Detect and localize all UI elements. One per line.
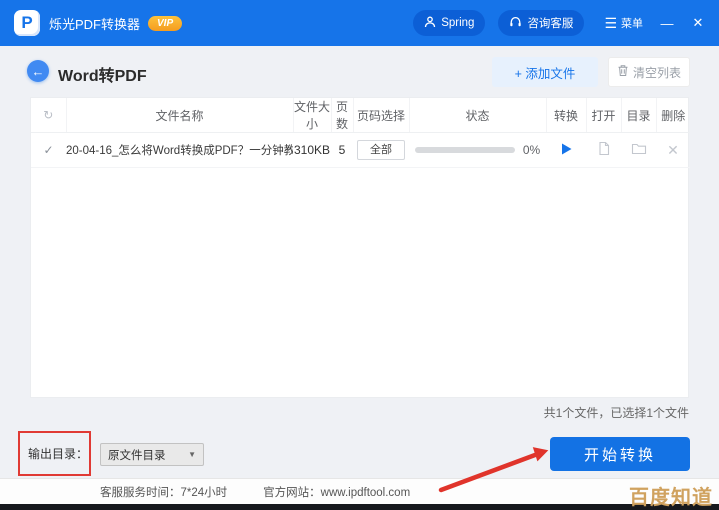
col-header-status: 状态 bbox=[408, 98, 546, 133]
user-account-button[interactable]: Spring bbox=[413, 10, 486, 36]
play-icon bbox=[561, 143, 571, 154]
page-count: 5 bbox=[331, 132, 353, 168]
file-list-panel: ↻ 文件名称 文件大小 页数 页码选择 状态 转换 打开 目录 删除 ✓ 20-… bbox=[30, 97, 690, 398]
col-header-open: 打开 bbox=[585, 98, 621, 133]
vip-badge: VIP bbox=[148, 15, 183, 31]
menu-label: 菜单 bbox=[621, 18, 643, 30]
headset-icon bbox=[509, 16, 522, 31]
official-website-text: 官方网站：www.ipdftool.com bbox=[263, 486, 411, 499]
clear-list-label: 清空列表 bbox=[632, 65, 681, 80]
bottom-edge-strip bbox=[0, 504, 719, 510]
plus-icon: + bbox=[514, 66, 522, 81]
convert-play-button[interactable] bbox=[560, 142, 573, 156]
add-files-button[interactable]: + 添加文件 bbox=[492, 57, 598, 87]
file-size: 310KB bbox=[293, 132, 331, 168]
output-directory-annotation-box: 输出目录： bbox=[18, 431, 91, 476]
back-arrow-icon: ← bbox=[31, 63, 45, 79]
table-header-row: ↻ 文件名称 文件大小 页数 页码选择 状态 转换 打开 目录 删除 bbox=[31, 98, 690, 133]
close-button[interactable]: ✕ bbox=[691, 15, 705, 31]
hamburger-icon: ☰ bbox=[604, 15, 617, 31]
col-header-page-selection: 页码选择 bbox=[352, 98, 409, 133]
menu-button[interactable]: ☰ 菜单 bbox=[604, 15, 643, 31]
app-title: 烁光PDF转换器 bbox=[49, 16, 141, 32]
footer-bar: 客服服务时间：7*24小时 官方网站：www.ipdftool.com bbox=[0, 478, 719, 504]
col-header-directory: 目录 bbox=[620, 98, 656, 133]
open-directory-button[interactable] bbox=[631, 143, 647, 155]
select-all-toggle-icon[interactable]: ↻ bbox=[43, 108, 53, 122]
support-label: 咨询客服 bbox=[527, 18, 574, 30]
app-logo-icon: P bbox=[14, 10, 40, 36]
start-convert-button[interactable]: 开始转换 bbox=[550, 437, 690, 471]
chevron-down-icon: ▼ bbox=[188, 450, 196, 459]
user-name-label: Spring bbox=[441, 17, 475, 29]
back-button[interactable]: ← bbox=[27, 60, 49, 82]
titlebar: P 烁光PDF转换器 VIP Spring 咨询客服 ☰ 菜单 — ✕ bbox=[0, 0, 719, 46]
minimize-button[interactable]: — bbox=[660, 16, 674, 31]
file-name: 20-04-16_怎么将Word转换成PDF？一分钟教你搞... bbox=[66, 132, 293, 168]
open-file-button[interactable] bbox=[597, 141, 611, 156]
output-directory-label: 输出目录： bbox=[28, 447, 89, 461]
delete-file-button[interactable]: ✕ bbox=[667, 142, 679, 158]
page-selection-button[interactable]: 全部 bbox=[357, 140, 405, 160]
col-header-file-size: 文件大小 bbox=[292, 98, 331, 133]
app-window: P 烁光PDF转换器 VIP Spring 咨询客服 ☰ 菜单 — ✕ ← Wo… bbox=[0, 0, 719, 510]
file-table: ↻ 文件名称 文件大小 页数 页码选择 状态 转换 打开 目录 删除 ✓ 20-… bbox=[31, 98, 690, 168]
service-hours-text: 客服服务时间：7*24小时 bbox=[100, 486, 228, 499]
col-header-convert: 转换 bbox=[545, 98, 586, 133]
page-title: Word转PDF bbox=[58, 68, 147, 85]
file-row[interactable]: ✓ 20-04-16_怎么将Word转换成PDF？一分钟教你搞... 310KB… bbox=[31, 132, 690, 168]
document-icon bbox=[598, 141, 609, 156]
trash-icon bbox=[617, 64, 629, 80]
col-header-delete: 删除 bbox=[655, 98, 690, 133]
output-directory-value: 原文件目录 bbox=[108, 449, 166, 462]
progress-bar bbox=[414, 147, 515, 153]
col-header-file-name: 文件名称 bbox=[65, 98, 293, 133]
progress-percent: 0% bbox=[522, 143, 541, 157]
customer-support-button[interactable]: 咨询客服 bbox=[498, 10, 585, 36]
baidu-zhidao-watermark: 百度知道 bbox=[629, 487, 713, 509]
person-icon bbox=[424, 16, 436, 31]
file-count-summary: 共1个文件，已选择1个文件 bbox=[543, 406, 689, 420]
clear-list-button[interactable]: 清空列表 bbox=[608, 57, 690, 87]
status-cell: 0% bbox=[409, 143, 546, 157]
add-files-label: 添加文件 bbox=[525, 66, 576, 81]
col-header-pages: 页数 bbox=[330, 98, 353, 133]
row-checkbox[interactable]: ✓ bbox=[43, 143, 53, 157]
folder-icon bbox=[631, 143, 646, 154]
output-directory-select[interactable]: 原文件目录 ▼ bbox=[100, 443, 204, 466]
